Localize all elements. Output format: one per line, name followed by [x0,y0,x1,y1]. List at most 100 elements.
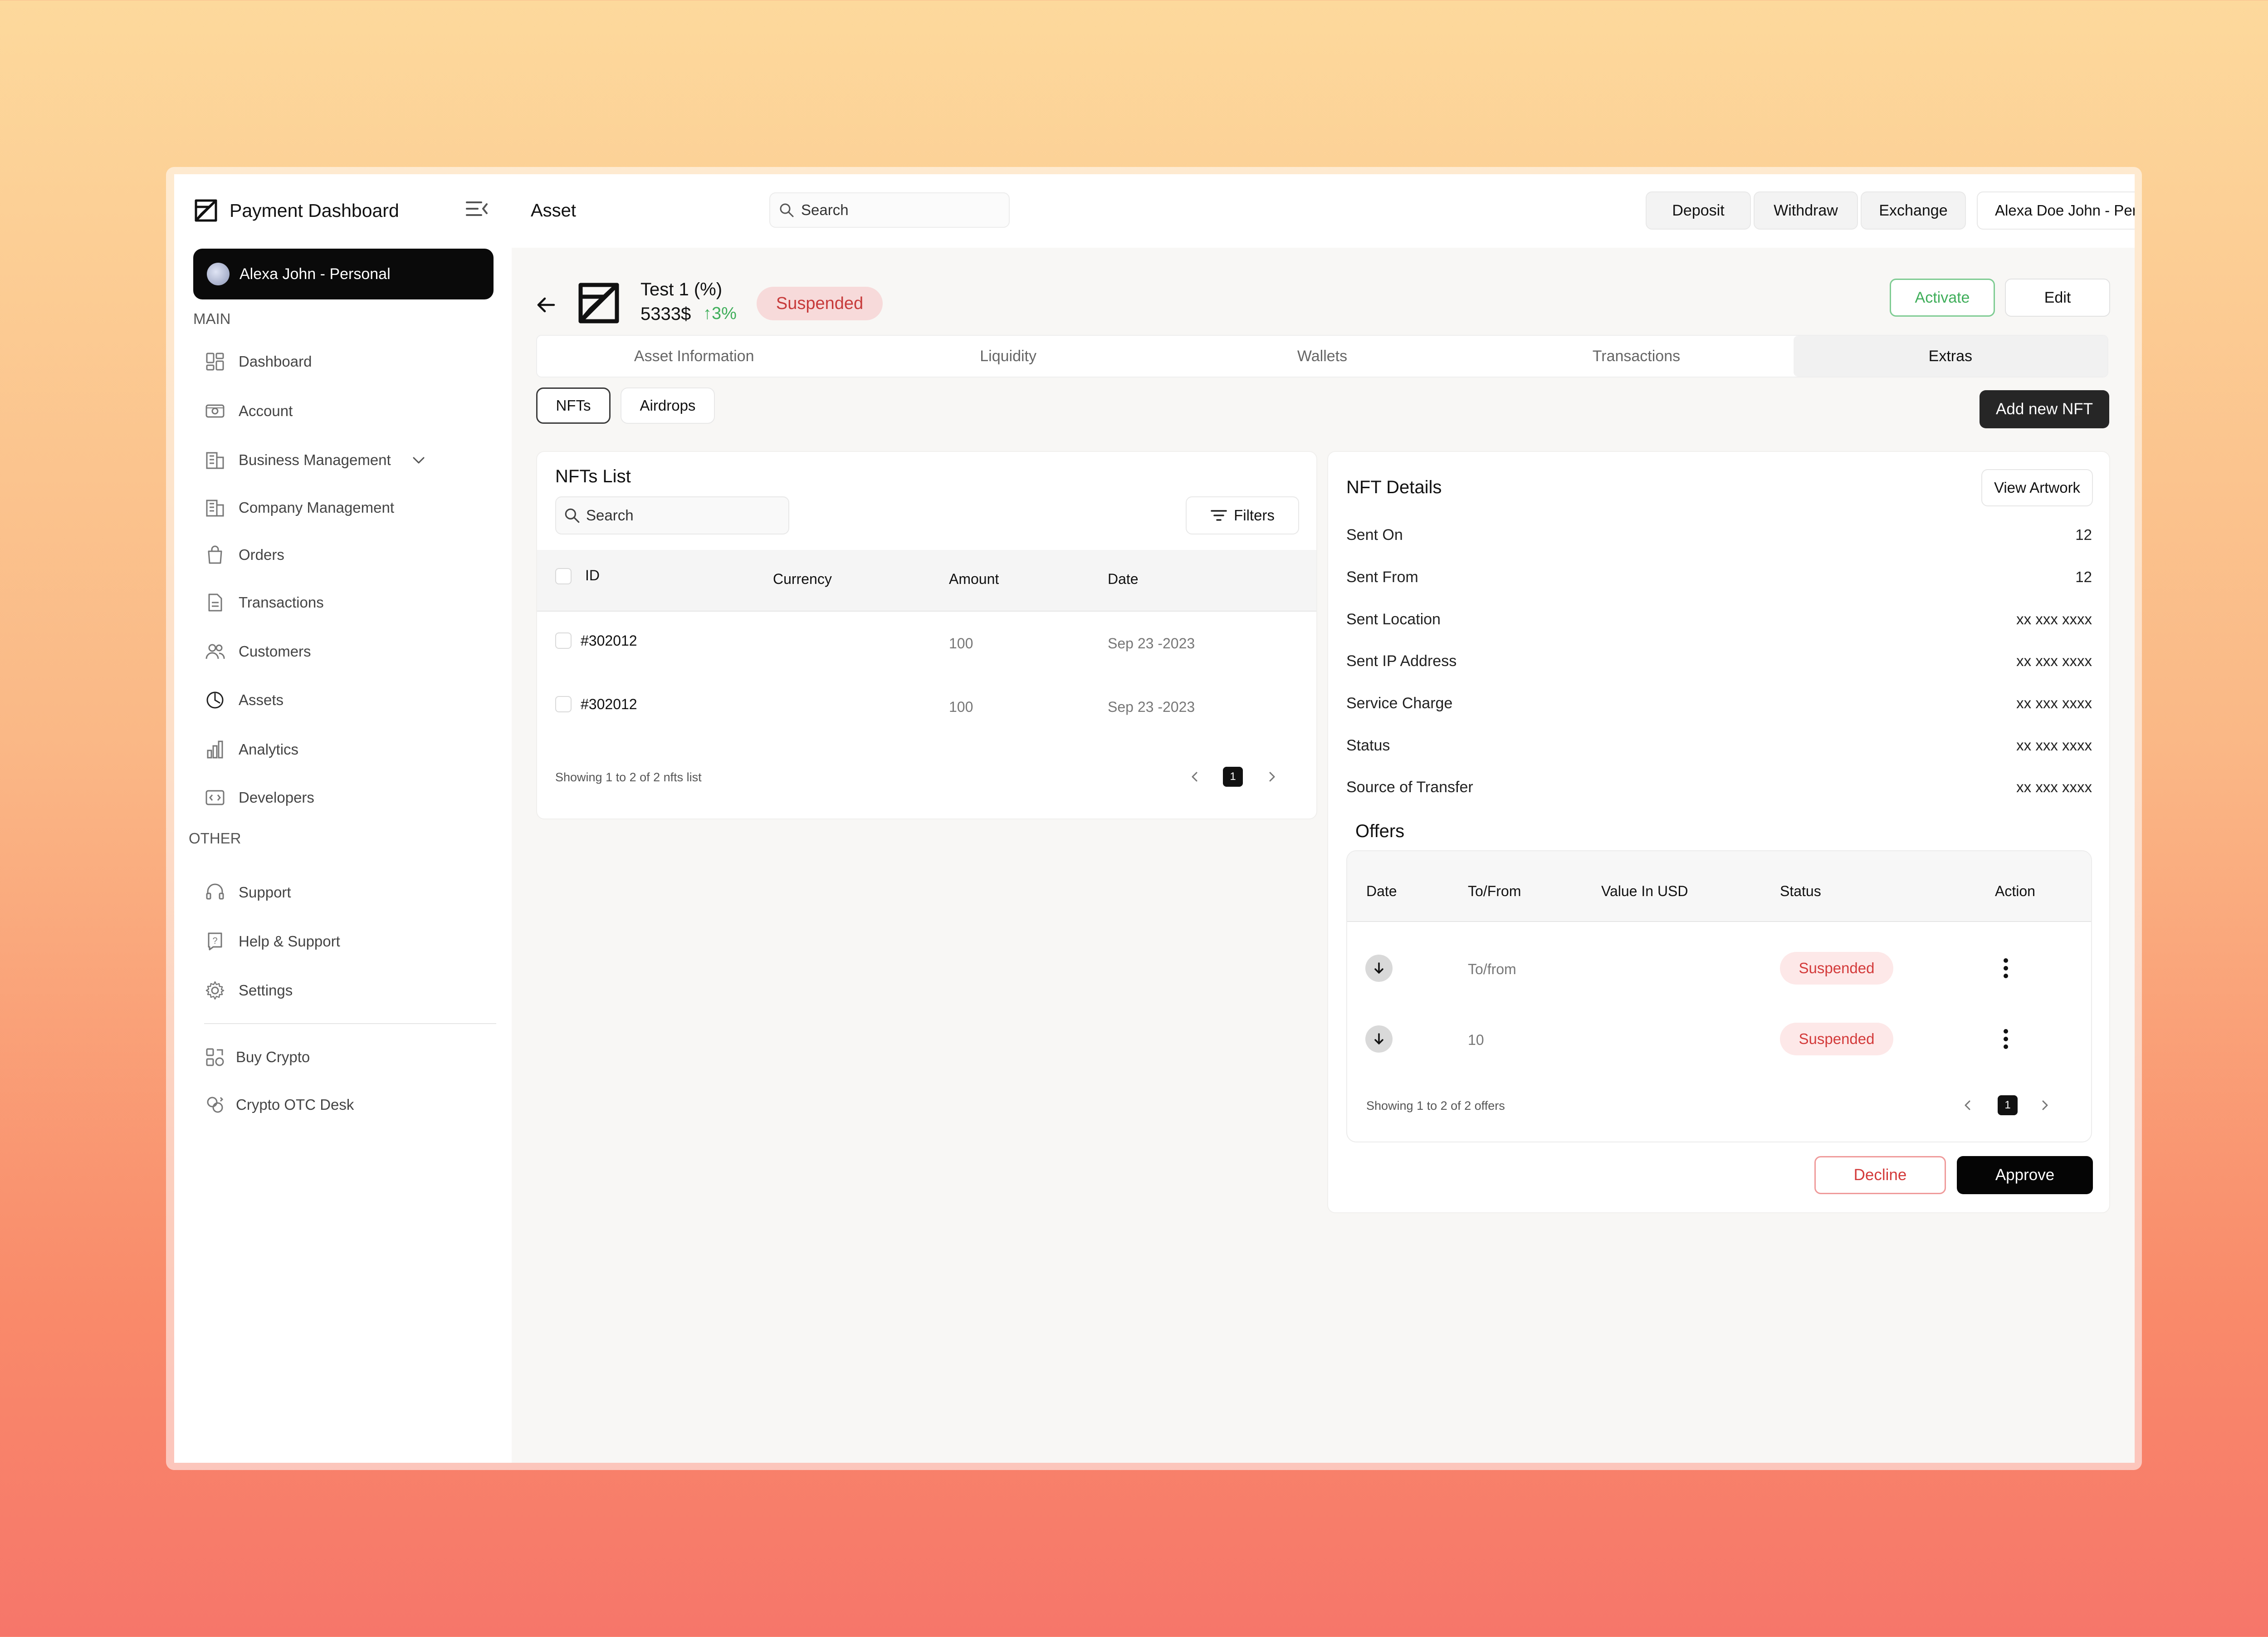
account-switcher[interactable]: Alexa John - Personal [193,249,494,299]
detail-label-service-charge: Service Charge [1346,695,1453,712]
crypto-icon [205,1047,225,1067]
subtab-airdrops[interactable]: Airdrops [621,387,715,424]
column-header-currency[interactable]: Currency [773,571,832,588]
bag-icon [205,545,225,565]
sidebar-item-label: Buy Crypto [236,1049,310,1065]
account-select[interactable]: Alexa Doe John - Personal [1977,191,2135,230]
column-header-id[interactable]: ID [585,567,600,584]
sidebar-item-label: Dashboard [239,353,312,370]
more-actions-button[interactable] [1997,955,2015,982]
sidebar-item-support[interactable]: Support [205,877,291,908]
users-icon [205,642,225,662]
sidebar-item-business-management[interactable]: Business Management [205,444,426,476]
nft-date: Sep 23 -2023 [1108,699,1195,715]
previous-page-button[interactable] [1959,1096,1977,1114]
sidebar-item-help-support[interactable]: ? Help & Support [205,926,340,957]
withdraw-button[interactable]: Withdraw [1754,191,1858,230]
sidebar-item-label: Settings [239,982,293,999]
sidebar-item-developers[interactable]: Developers [205,782,314,814]
column-header-date[interactable]: Date [1366,883,1397,900]
approve-button[interactable]: Approve [1957,1156,2093,1194]
asset-name: Test 1 (%) [640,279,723,299]
back-button[interactable] [533,291,560,319]
sidebar-item-buy-crypto[interactable]: Buy Crypto [205,1041,310,1073]
sidebar-item-label: Developers [239,789,314,806]
add-new-nft-button[interactable]: Add new NFT [1980,390,2109,428]
view-artwork-button[interactable]: View Artwork [1981,469,2093,506]
tab-extras[interactable]: Extras [1793,336,2108,377]
offer-to-from: To/from [1468,961,1516,977]
row-checkbox[interactable] [555,632,572,649]
sidebar-item-company-management[interactable]: Company Management [205,492,394,524]
tab-liquidity[interactable]: Liquidity [851,336,1165,377]
edit-button[interactable]: Edit [2005,279,2110,317]
asset-tabs: Asset Information Liquidity Wallets Tran… [536,335,2108,377]
filters-button[interactable]: Filters [1186,496,1299,534]
deposit-button[interactable]: Deposit [1646,191,1751,230]
sidebar-item-label: Help & Support [239,933,340,950]
sidebar-item-dashboard[interactable]: Dashboard [205,346,312,377]
nft-amount: 100 [949,699,973,715]
nft-search-input[interactable]: Search [555,496,789,534]
sidebar-divider [204,1023,496,1024]
chevron-down-icon[interactable] [411,452,426,468]
collapse-sidebar-button[interactable] [464,196,490,221]
search-input[interactable]: Search [769,192,1010,228]
offers-table-header: Date To/From Value In USD Status Action [1347,851,2091,922]
next-page-button[interactable] [1263,768,1281,786]
help-icon: ? [205,931,225,951]
more-actions-button[interactable] [1997,1025,2015,1053]
headset-icon [205,882,225,902]
detail-label-sent-ip: Sent IP Address [1346,652,1457,670]
chevron-left-icon [1192,772,1198,782]
building-icon [205,498,225,518]
subtab-nfts[interactable]: NFTs [536,387,611,424]
wallet-icon [205,401,225,421]
sidebar-item-account[interactable]: Account [205,395,293,427]
sidebar-item-crypto-otc-desk[interactable]: Crypto OTC Desk [205,1089,354,1121]
sidebar-item-customers[interactable]: Customers [205,636,311,667]
chevron-left-icon [1965,1100,1970,1110]
account-select-value: Alexa Doe John - Personal [1995,202,2135,219]
arrow-down-icon [1365,955,1393,982]
arrow-down-icon [1365,1025,1393,1053]
card-title: NFTs List [555,466,631,486]
tab-asset-information[interactable]: Asset Information [537,336,851,377]
sidebar-item-label: Customers [239,643,311,660]
column-header-date[interactable]: Date [1108,571,1139,588]
brand[interactable]: Payment Dashboard [192,192,399,229]
column-header-status[interactable]: Status [1780,883,1821,900]
column-header-action[interactable]: Action [1995,883,2035,900]
previous-page-button[interactable] [1186,768,1204,786]
row-checkbox[interactable] [555,696,572,712]
asset-price: 5333$ [640,304,691,324]
column-header-amount[interactable]: Amount [949,571,999,588]
column-header-to-from[interactable]: To/From [1468,883,1521,900]
code-icon [205,788,225,808]
sidebar-item-analytics[interactable]: Analytics [205,734,298,765]
avatar [207,263,230,285]
page-number-button[interactable]: 1 [1998,1095,2018,1115]
sidebar-item-transactions[interactable]: Transactions [205,587,324,618]
tab-transactions[interactable]: Transactions [1479,336,1793,377]
detail-value-source-of-transfer: xx xxx xxxx [2016,779,2092,795]
sidebar-item-label: Transactions [239,594,324,611]
bar-chart-icon [205,740,225,760]
tab-wallets[interactable]: Wallets [1165,336,1479,377]
pagination-summary: Showing 1 to 2 of 2 nfts list [555,770,702,784]
exchange-button[interactable]: Exchange [1861,191,1966,230]
next-page-button[interactable] [2036,1096,2054,1114]
sidebar-item-settings[interactable]: Settings [205,975,293,1006]
sidebar-item-assets[interactable]: Assets [205,684,284,716]
app-window: Payment Dashboard Alexa John - Personal … [174,174,2135,1463]
sidebar-item-orders[interactable]: Orders [205,539,284,571]
activate-button[interactable]: Activate [1890,279,1995,317]
page-number-button[interactable]: 1 [1223,767,1243,787]
decline-button[interactable]: Decline [1814,1156,1946,1194]
kebab-menu-icon [2004,1029,2008,1049]
sidebar: Payment Dashboard Alexa John - Personal … [174,174,512,1463]
select-all-checkbox[interactable] [555,568,572,584]
sidebar-item-label: Assets [239,691,284,708]
column-header-value-usd[interactable]: Value In USD [1601,883,1688,900]
gear-icon [205,980,225,1000]
